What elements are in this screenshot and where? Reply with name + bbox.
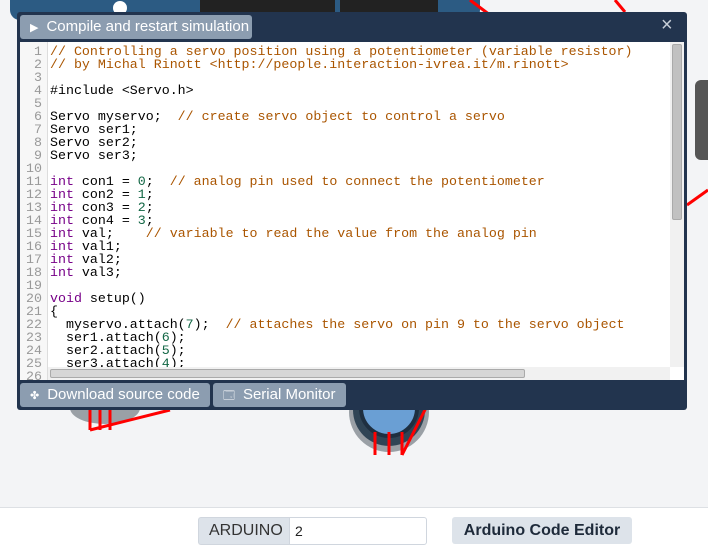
header-pins xyxy=(340,0,438,12)
code-line: 2// by Michal Rinott <http://people.inte… xyxy=(20,58,633,71)
code-comment: // attaches the servo on pin 9 to the se… xyxy=(225,317,625,332)
line-text: int val3; xyxy=(45,266,122,279)
vertical-scroll-thumb[interactable] xyxy=(672,44,682,220)
compile-restart-button[interactable]: ▶ Compile and restart simulation xyxy=(20,15,252,39)
vertical-scrollbar[interactable] xyxy=(670,42,684,367)
code-text: #include <Servo.h> xyxy=(50,83,194,98)
code-keyword: int xyxy=(50,265,74,280)
line-text: #include <Servo.h> xyxy=(45,84,194,97)
code-comment: // create servo object to control a serv… xyxy=(177,109,505,124)
arduino-prefix-label: ARDUINO xyxy=(198,517,289,545)
wire xyxy=(613,0,627,13)
serial-monitor-button[interactable]: 🗔 Serial Monitor xyxy=(213,383,346,407)
arduino-code-editor-button[interactable]: Arduino Code Editor xyxy=(452,517,632,544)
code-text: val3; xyxy=(73,265,122,280)
code-line: 4 #include <Servo.h> xyxy=(20,84,633,97)
code-text: ); xyxy=(193,317,226,332)
window-icon: 🗔 xyxy=(223,390,235,402)
serial-label: Serial Monitor xyxy=(242,386,336,403)
line-text: Servo ser3; xyxy=(45,149,138,162)
line-text: void setup() xyxy=(45,292,146,305)
code-comment: // by Michal Rinott <http://people.inter… xyxy=(50,57,569,72)
code-comment: // variable to read the value from the a… xyxy=(145,226,537,241)
code-line: 9 Servo ser3; xyxy=(20,149,633,162)
close-icon[interactable]: × xyxy=(661,14,673,37)
download-label: Download source code xyxy=(47,386,200,403)
compile-label: Compile and restart simulation xyxy=(46,18,250,35)
code-text: Servo ser3; xyxy=(50,148,138,163)
code-line: 18 int val3; xyxy=(20,266,633,279)
arduino-number-input[interactable] xyxy=(289,517,427,545)
code-editor-modal: ▶ Compile and restart simulation × 1// Co… xyxy=(17,12,687,410)
header-pins xyxy=(200,0,335,12)
code-lines[interactable]: 1// Controlling a servo position using a… xyxy=(20,45,633,380)
code-text: setup() xyxy=(81,291,146,306)
wire xyxy=(686,188,708,207)
code-line: 20 void setup() xyxy=(20,292,633,305)
code-number: 7 xyxy=(185,317,194,332)
horizontal-scroll-thumb[interactable] xyxy=(50,369,525,378)
play-icon: ▶ xyxy=(30,22,39,34)
download-source-button[interactable]: ✤ Download source code xyxy=(20,383,210,407)
download-icon: ✤ xyxy=(30,390,40,402)
code-editor[interactable]: 1// Controlling a servo position using a… xyxy=(20,42,684,380)
line-number: 26 xyxy=(26,369,42,380)
servo-body xyxy=(695,80,708,160)
line-text: // by Michal Rinott <http://people.inter… xyxy=(45,58,569,71)
code-comment: // analog pin used to connect the potent… xyxy=(169,174,545,189)
horizontal-scrollbar[interactable] xyxy=(48,367,670,380)
